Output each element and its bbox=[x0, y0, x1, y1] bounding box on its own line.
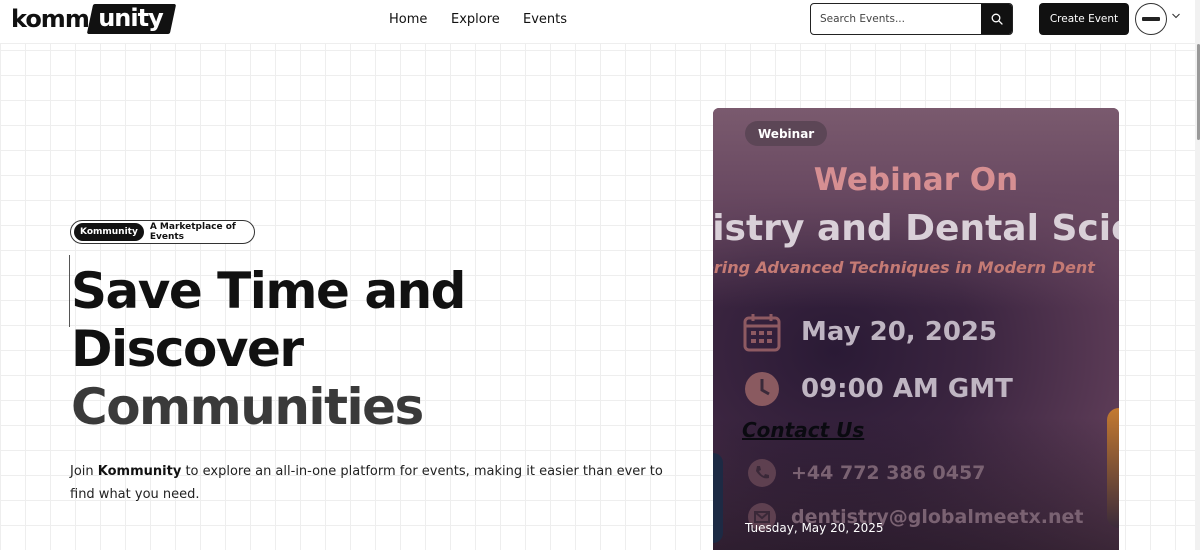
chevron-down-icon[interactable] bbox=[1171, 12, 1181, 20]
poster-phone: +44 772 386 0457 bbox=[791, 462, 986, 484]
nav-events-link[interactable]: Events bbox=[523, 11, 567, 29]
pill-text: A Marketplace of Events bbox=[149, 222, 236, 242]
kommunity-logo[interactable]: komm unity bbox=[11, 4, 176, 34]
headline-line-1: Save Time and bbox=[71, 262, 466, 320]
avatar[interactable] bbox=[1135, 3, 1167, 35]
phone-icon bbox=[743, 458, 781, 488]
logo-text-part1: komm bbox=[11, 5, 90, 33]
headline-line-2: Discover bbox=[71, 320, 304, 378]
poster-time-row: 09:00 AM GMT bbox=[743, 370, 1013, 408]
desc-brand: Kommunity bbox=[97, 464, 182, 479]
logo-text-part2: unity bbox=[98, 4, 163, 32]
nav-home-link[interactable]: Home bbox=[389, 11, 427, 29]
search-icon bbox=[991, 13, 1003, 25]
headline-line-3: Communities bbox=[71, 378, 424, 436]
tagline-pill: Kommunity A Marketplace of Events bbox=[70, 220, 255, 244]
calendar-icon bbox=[743, 312, 781, 352]
pill-brand-tag: Kommunity bbox=[74, 223, 144, 241]
search-input[interactable] bbox=[811, 5, 981, 33]
avatar-logo-icon bbox=[1142, 17, 1160, 21]
nav-explore-link[interactable]: Explore bbox=[451, 11, 500, 29]
search-bar bbox=[810, 3, 1013, 35]
logo-box: unity bbox=[86, 4, 176, 34]
event-date: Tuesday, May 20, 2025 bbox=[745, 521, 884, 535]
poster-phone-row: +44 772 386 0457 bbox=[743, 458, 985, 488]
poster-contact-heading: Contact Us bbox=[742, 418, 865, 442]
site-header: komm unity Home Explore Events Create Ev… bbox=[0, 0, 1200, 44]
event-poster-image: Webinar On tistry and Dental Scie ering … bbox=[713, 108, 1119, 550]
search-button[interactable] bbox=[981, 4, 1012, 34]
poster-title-1: Webinar On bbox=[813, 162, 1019, 198]
clock-icon bbox=[743, 370, 781, 408]
poster-subtitle: ering Advanced Techniques in Modern Dent bbox=[713, 258, 1095, 277]
event-card[interactable]: Webinar On tistry and Dental Scie ering … bbox=[713, 108, 1119, 550]
text-cursor bbox=[69, 255, 70, 327]
desc-pre: Join bbox=[70, 464, 98, 479]
create-event-button[interactable]: Create Event bbox=[1039, 3, 1129, 35]
poster-date-row: May 20, 2025 bbox=[743, 312, 997, 352]
event-type-badge: Webinar bbox=[745, 121, 828, 146]
hero-headline: Save Time and Discover Communities bbox=[71, 262, 466, 436]
poster-date: May 20, 2025 bbox=[801, 317, 998, 347]
hero-description: Join Kommunity to explore an all-in-one … bbox=[70, 460, 680, 506]
poster-time: 09:00 AM GMT bbox=[801, 374, 1013, 404]
poster-title-2: tistry and Dental Scie bbox=[713, 208, 1119, 249]
